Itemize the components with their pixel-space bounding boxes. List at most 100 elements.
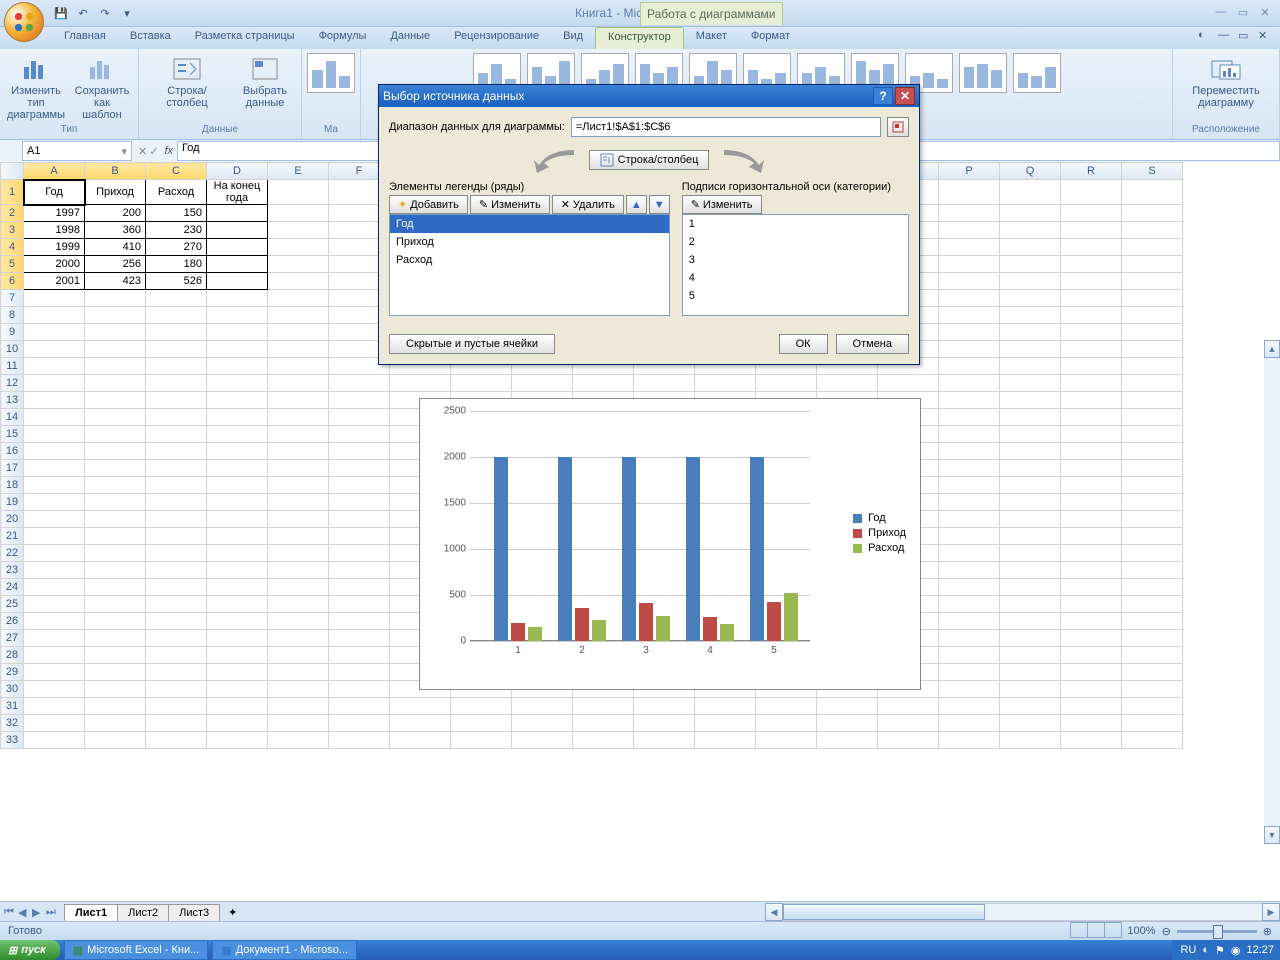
cell[interactable] (1061, 222, 1122, 239)
cell[interactable] (268, 324, 329, 341)
cell[interactable] (329, 579, 390, 596)
cell[interactable] (1061, 494, 1122, 511)
taskbar-excel-button[interactable]: ▦Microsoft Excel - Кни... (64, 940, 209, 960)
cell[interactable] (207, 715, 268, 732)
cell[interactable] (268, 426, 329, 443)
cell[interactable] (1000, 426, 1061, 443)
cell[interactable] (939, 307, 1000, 324)
cell[interactable] (1000, 681, 1061, 698)
cell[interactable] (268, 180, 329, 205)
cell[interactable] (329, 562, 390, 579)
cell[interactable] (268, 392, 329, 409)
cell[interactable] (207, 579, 268, 596)
cell[interactable] (207, 205, 268, 222)
cell[interactable] (207, 562, 268, 579)
cell[interactable] (1061, 426, 1122, 443)
cell[interactable] (329, 613, 390, 630)
select-data-button[interactable]: Выбрать данные (237, 53, 293, 109)
cell[interactable] (24, 613, 85, 630)
cell[interactable]: 1997 (24, 205, 85, 222)
view-buttons[interactable] (1070, 922, 1121, 941)
cell[interactable] (329, 545, 390, 562)
cell[interactable] (329, 664, 390, 681)
cell[interactable] (207, 545, 268, 562)
cell[interactable] (1122, 511, 1183, 528)
cell[interactable] (1122, 443, 1183, 460)
cell[interactable] (939, 341, 1000, 358)
chart-layout-thumb[interactable] (307, 53, 355, 93)
cell[interactable] (939, 596, 1000, 613)
save-as-template-button[interactable]: Сохранить как шаблон (74, 53, 130, 121)
cell[interactable] (1122, 205, 1183, 222)
cell[interactable] (1122, 681, 1183, 698)
cell[interactable] (1000, 205, 1061, 222)
qat-customize-icon[interactable]: ▾ (118, 4, 136, 22)
legend-item[interactable]: Год (853, 512, 906, 524)
legend-item[interactable]: Приход (853, 527, 906, 539)
cell[interactable] (390, 375, 451, 392)
cell[interactable] (329, 511, 390, 528)
tray-lang[interactable]: RU (1180, 944, 1196, 956)
cell[interactable] (85, 511, 146, 528)
cell[interactable] (207, 596, 268, 613)
cell[interactable] (85, 528, 146, 545)
cell[interactable] (1000, 664, 1061, 681)
cell[interactable] (85, 324, 146, 341)
cell[interactable]: 270 (146, 239, 207, 256)
cell[interactable] (268, 613, 329, 630)
cell[interactable] (329, 477, 390, 494)
cell[interactable] (939, 715, 1000, 732)
cell[interactable] (85, 732, 146, 749)
cell[interactable] (1122, 180, 1183, 205)
category-item[interactable]: 1 (683, 215, 908, 233)
cell[interactable] (24, 698, 85, 715)
cell[interactable] (1061, 443, 1122, 460)
cell[interactable] (268, 545, 329, 562)
cell[interactable] (268, 375, 329, 392)
cell[interactable]: На конец года (207, 180, 268, 205)
cell[interactable] (207, 630, 268, 647)
cell[interactable] (1122, 528, 1183, 545)
cell[interactable] (1061, 732, 1122, 749)
cell[interactable] (1000, 443, 1061, 460)
tray-clock[interactable]: 12:27 (1246, 944, 1274, 956)
scroll-right-icon[interactable]: ▶ (1262, 903, 1280, 921)
move-series-down-button[interactable]: ▼ (649, 195, 670, 214)
sheet-tab-3[interactable]: Лист3 (168, 904, 220, 921)
cell[interactable] (207, 239, 268, 256)
cell[interactable] (146, 341, 207, 358)
cell[interactable] (512, 732, 573, 749)
cell[interactable] (268, 290, 329, 307)
cell[interactable] (146, 698, 207, 715)
cell[interactable] (24, 324, 85, 341)
cell[interactable] (1122, 375, 1183, 392)
cell[interactable] (146, 443, 207, 460)
cell[interactable] (268, 477, 329, 494)
cell[interactable] (1122, 596, 1183, 613)
cell[interactable] (207, 273, 268, 290)
cell[interactable] (146, 477, 207, 494)
cell[interactable] (756, 375, 817, 392)
category-item[interactable]: 5 (683, 287, 908, 305)
series-list[interactable]: Год Приход Расход (389, 214, 670, 316)
cell[interactable] (1061, 205, 1122, 222)
cell[interactable] (1061, 358, 1122, 375)
cell[interactable] (1000, 715, 1061, 732)
fx-icon[interactable]: fx (164, 145, 173, 157)
cell[interactable] (24, 426, 85, 443)
change-chart-type-button[interactable]: Изменить тип диаграммы (8, 53, 64, 121)
cell[interactable] (939, 511, 1000, 528)
cell[interactable] (268, 528, 329, 545)
minimize-icon[interactable]: — (1212, 4, 1230, 20)
cell[interactable] (85, 681, 146, 698)
cell[interactable] (1000, 460, 1061, 477)
cell[interactable] (1122, 273, 1183, 290)
cell[interactable] (1000, 324, 1061, 341)
dialog-close-icon[interactable]: ✕ (895, 87, 915, 105)
cell[interactable] (85, 307, 146, 324)
chart-style-thumb[interactable] (1013, 53, 1061, 93)
cell[interactable] (1122, 579, 1183, 596)
cell[interactable] (1122, 358, 1183, 375)
cell[interactable] (85, 426, 146, 443)
sheet-nav-prev-icon[interactable]: ◀ (18, 906, 32, 919)
